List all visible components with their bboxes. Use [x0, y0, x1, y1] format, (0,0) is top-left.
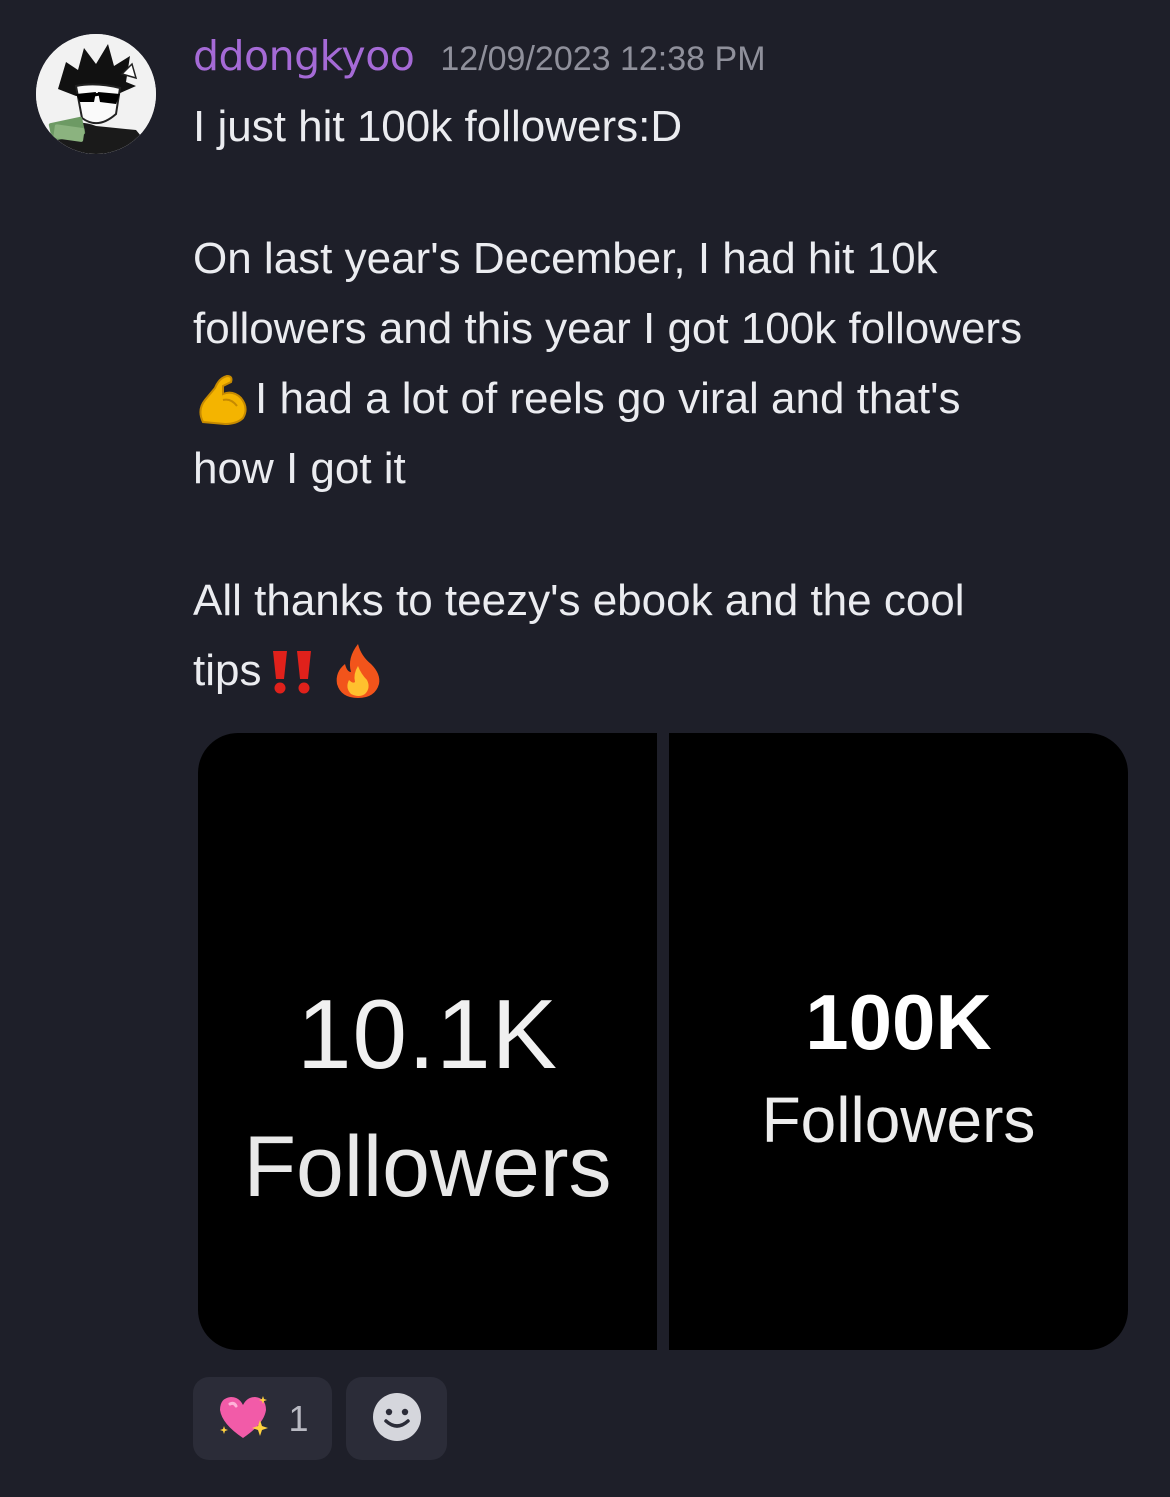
- message-line: I just hit 100k followers:D: [193, 102, 683, 151]
- sparkling-heart-icon: [216, 1392, 270, 1446]
- message-line: All thanks to teezy's ebook and the cool: [193, 576, 965, 625]
- message-line: On last year's December, I had hit 10k: [193, 234, 938, 283]
- image-attachments: 10.1K Followers 100K Followers: [198, 733, 1128, 1350]
- double-exclamation-icon: [267, 645, 319, 697]
- message-line: followers and this year I got 100k follo…: [193, 304, 1023, 353]
- timestamp: 12/09/2023 12:38 PM: [440, 40, 766, 78]
- reaction-count: 1: [288, 1397, 309, 1439]
- reaction-bar: 1: [193, 1377, 447, 1460]
- reaction-sparkling-heart[interactable]: 1: [193, 1377, 332, 1460]
- user-avatar[interactable]: [36, 34, 156, 154]
- message-content: I just hit 100k followers:D On last year…: [193, 92, 1133, 706]
- username[interactable]: ddongkyoo: [193, 32, 415, 80]
- message-line: I had a lot of reels go viral and that's: [255, 374, 961, 423]
- message-line: tips: [193, 646, 262, 695]
- follower-count: 100K: [805, 978, 992, 1066]
- chat-message: ddongkyoo 12/09/2023 12:38 PM I just hit…: [0, 0, 1170, 1497]
- message-line: how I got it: [193, 444, 406, 493]
- attachment-image-10k[interactable]: 10.1K Followers: [198, 733, 657, 1350]
- add-reaction-button[interactable]: [346, 1377, 447, 1460]
- avatar-illustration: [36, 34, 156, 154]
- fire-icon: [331, 642, 385, 700]
- follower-count: 10.1K: [296, 979, 559, 1089]
- follower-label: Followers: [243, 1119, 612, 1215]
- follower-label: Followers: [761, 1084, 1036, 1156]
- smiley-add-reaction-icon: [371, 1391, 423, 1447]
- attachment-image-100k[interactable]: 100K Followers: [669, 733, 1128, 1350]
- flexed-biceps-icon: [193, 370, 251, 428]
- message-header: ddongkyoo 12/09/2023 12:38 PM: [193, 32, 766, 90]
